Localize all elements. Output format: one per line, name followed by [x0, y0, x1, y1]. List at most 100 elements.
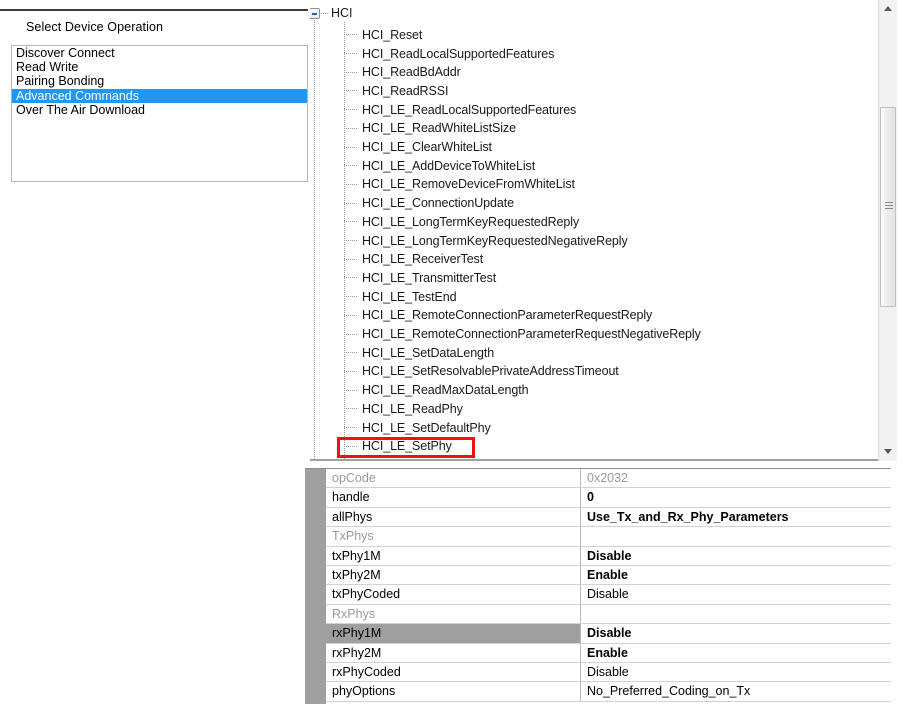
hci-command-tree-panel: HCI HCI_Reset HCI_ReadLocalSupportedFeatu…: [310, 0, 914, 461]
tree-item[interactable]: HCI_LE_SetDefaultPhy: [344, 418, 491, 437]
triangle-down-icon: [884, 449, 892, 454]
tree-item[interactable]: HCI_LE_AddDeviceToWhiteList: [344, 156, 535, 175]
tree-item-label: HCI_LE_AddDeviceToWhiteList: [362, 159, 535, 173]
tree-item-label: HCI_LE_RemoteConnectionParameterRequestN…: [362, 327, 701, 341]
tree-connector-dash: [344, 427, 357, 428]
page-title: Select Device Operation: [26, 20, 163, 34]
tree-item[interactable]: HCI_LE_SetPhy: [344, 437, 452, 456]
tree-connector-dash: [344, 147, 357, 148]
tree-connector-dash: [344, 390, 357, 391]
tree-item[interactable]: HCI_LE_ConnectionUpdate: [344, 194, 514, 213]
scrollbar-thumb[interactable]: [880, 107, 896, 307]
tree-connector-dash: [344, 371, 357, 372]
tree-item-label: HCI_ReadRSSI: [362, 84, 448, 98]
tree-item[interactable]: HCI_LE_ReadPhy: [344, 400, 463, 419]
property-value[interactable]: [581, 605, 891, 623]
property-value[interactable]: Disable: [581, 547, 891, 565]
property-value[interactable]: 0x2032: [581, 469, 891, 487]
app-window: Select Device Operation Discover Connect…: [0, 0, 914, 704]
tree-item[interactable]: HCI_LE_ReadLocalSupportedFeatures: [344, 100, 576, 119]
property-row[interactable]: txPhy2MEnable: [326, 566, 891, 585]
tree-item[interactable]: HCI_LE_TransmitterTest: [344, 269, 496, 288]
tree-item-label: HCI_LE_ReadLocalSupportedFeatures: [362, 103, 576, 117]
property-row[interactable]: RxPhys: [326, 605, 891, 624]
scroll-up-arrow-icon[interactable]: [879, 0, 897, 18]
property-value[interactable]: Enable: [581, 644, 891, 662]
tree-root-node[interactable]: HCI: [310, 4, 353, 22]
tree-connector-dash: [344, 203, 357, 204]
tree-connector-dash: [344, 334, 357, 335]
tree-item[interactable]: HCI_LE_TestEnd: [344, 287, 457, 306]
tree-connector-dash: [344, 34, 357, 35]
tree-item[interactable]: HCI_LE_ReadMaxDataLength: [344, 381, 528, 400]
scroll-down-arrow-icon[interactable]: [879, 443, 897, 461]
property-row[interactable]: phyOptionsNo_Preferred_Coding_on_Tx: [326, 682, 891, 701]
tree-connector-dash: [344, 408, 357, 409]
tree-connector-dash: [321, 13, 329, 14]
operation-list-item[interactable]: Over The Air Download: [12, 103, 307, 117]
property-row[interactable]: rxPhyCodedDisable: [326, 663, 891, 682]
tree-connector-dash: [344, 53, 357, 54]
device-operation-listbox[interactable]: Discover ConnectRead WritePairing Bondin…: [11, 45, 308, 182]
tree-item-label: HCI_LE_ReceiverTest: [362, 252, 483, 266]
property-row[interactable]: allPhysUse_Tx_and_Rx_Phy_Parameters: [326, 508, 891, 527]
tree-item[interactable]: HCI_ReadBdAddr: [344, 63, 461, 82]
property-row[interactable]: handle0: [326, 488, 891, 507]
operation-list-item[interactable]: Read Write: [12, 60, 307, 74]
property-value[interactable]: Disable: [581, 585, 891, 603]
tree-item[interactable]: HCI_LE_RemoteConnectionParameterRequestN…: [344, 325, 701, 344]
property-value[interactable]: [581, 527, 891, 545]
property-value[interactable]: Use_Tx_and_Rx_Phy_Parameters: [581, 508, 891, 526]
tree-connector-dash: [344, 446, 357, 447]
panel-divider-rule: [0, 9, 308, 11]
tree-item[interactable]: HCI_LE_RemoteConnectionParameterRequestR…: [344, 306, 652, 325]
tree-bottom-rule: [310, 459, 878, 461]
tree-vertical-scrollbar[interactable]: [878, 0, 897, 461]
tree-item-label: HCI_Reset: [362, 28, 422, 42]
tree-item[interactable]: HCI_ReadRSSI: [344, 82, 448, 101]
property-value[interactable]: Disable: [581, 624, 891, 642]
property-row[interactable]: rxPhy1MDisable: [326, 624, 891, 643]
property-value[interactable]: No_Preferred_Coding_on_Tx: [581, 682, 891, 700]
property-name: rxPhy1M: [326, 624, 581, 642]
property-row[interactable]: txPhyCodedDisable: [326, 585, 891, 604]
tree-item[interactable]: HCI_LE_ClearWhiteList: [344, 138, 492, 157]
tree-item[interactable]: HCI_LE_ReceiverTest: [344, 250, 483, 269]
property-row[interactable]: opCode0x2032: [326, 469, 891, 488]
property-name: phyOptions: [326, 682, 581, 700]
tree-scroll-area: HCI HCI_Reset HCI_ReadLocalSupportedFeatu…: [310, 0, 878, 461]
operation-list-item[interactable]: Pairing Bonding: [12, 74, 307, 88]
tree-item[interactable]: HCI_LE_RemoveDeviceFromWhiteList: [344, 175, 575, 194]
property-row[interactable]: rxPhy2MEnable: [326, 644, 891, 663]
tree-item-label: HCI_LE_TestEnd: [362, 290, 457, 304]
tree-connector-dash: [344, 165, 357, 166]
tree-item[interactable]: HCI_ReadLocalSupportedFeatures: [344, 44, 554, 63]
tree-item[interactable]: HCI_LE_LongTermKeyRequestedNegativeReply: [344, 231, 628, 250]
property-name: allPhys: [326, 508, 581, 526]
property-row[interactable]: TxPhys: [326, 527, 891, 546]
tree-item[interactable]: HCI_Reset: [344, 26, 422, 45]
tree-item-label: HCI_LE_TransmitterTest: [362, 271, 496, 285]
tree-connector-dash: [344, 90, 357, 91]
collapse-minus-icon[interactable]: [310, 8, 320, 19]
tree-root-label: HCI: [331, 6, 353, 20]
tree-connector-dash: [344, 315, 357, 316]
command-parameter-property-grid[interactable]: opCode0x2032handle0allPhysUse_Tx_and_Rx_…: [305, 468, 891, 704]
tree-item[interactable]: HCI_LE_ReadWhiteListSize: [344, 119, 516, 138]
property-name: TxPhys: [326, 527, 581, 545]
tree-connector-dash: [344, 109, 357, 110]
property-value[interactable]: Disable: [581, 663, 891, 681]
tree-item[interactable]: HCI_LE_LongTermKeyRequestedReply: [344, 213, 579, 232]
property-value[interactable]: 0: [581, 488, 891, 506]
tree-connector-dash: [344, 259, 357, 260]
operation-list-item[interactable]: Discover Connect: [12, 46, 307, 60]
operation-list-item[interactable]: Advanced Commands: [12, 89, 307, 103]
tree-connector-dash: [344, 184, 357, 185]
tree-item-label: HCI_LE_SetDataLength: [362, 346, 494, 360]
tree-item[interactable]: HCI_LE_SetDataLength: [344, 343, 494, 362]
tree-item[interactable]: HCI_LE_SetResolvablePrivateAddressTimeou…: [344, 362, 619, 381]
tree-item-label: HCI_LE_SetDefaultPhy: [362, 421, 491, 435]
property-row[interactable]: txPhy1MDisable: [326, 547, 891, 566]
property-name: txPhy2M: [326, 566, 581, 584]
property-value[interactable]: Enable: [581, 566, 891, 584]
